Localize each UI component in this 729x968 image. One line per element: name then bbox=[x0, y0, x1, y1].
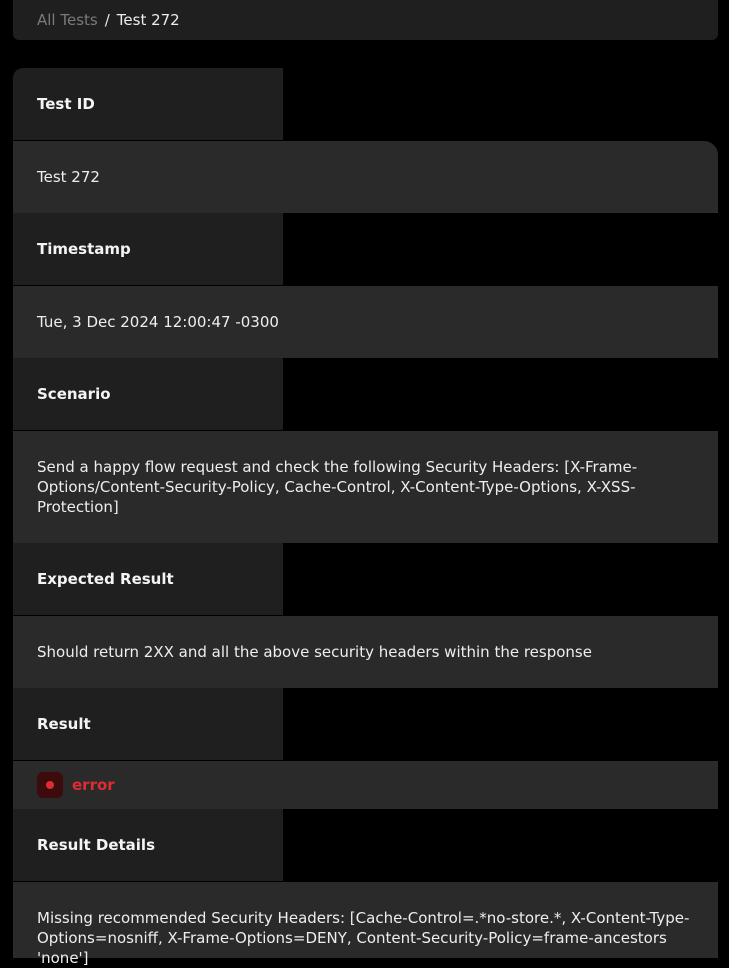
result-details-label: Result Details bbox=[13, 809, 283, 881]
scenario-value: Send a happy flow request and check the … bbox=[13, 431, 718, 543]
result-status: error bbox=[37, 772, 115, 798]
result-label: Result bbox=[13, 688, 283, 760]
scenario-label: Scenario bbox=[13, 358, 283, 430]
breadcrumb-current: Test 272 bbox=[116, 11, 180, 29]
result-status-text: error bbox=[72, 776, 115, 794]
breadcrumb-all-tests-link[interactable]: All Tests bbox=[37, 11, 98, 29]
test-id-value: Test 272 bbox=[13, 141, 718, 213]
result-value: error bbox=[13, 761, 718, 809]
expected-result-value: Should return 2XX and all the above secu… bbox=[13, 616, 718, 688]
timestamp-value: Tue, 3 Dec 2024 12:00:47 -0300 bbox=[13, 286, 718, 358]
error-status-icon bbox=[37, 772, 63, 798]
error-dot-icon bbox=[46, 781, 54, 789]
expected-result-label: Expected Result bbox=[13, 543, 283, 615]
result-details-value: Missing recommended Security Headers: [C… bbox=[13, 882, 718, 967]
breadcrumb: All Tests / Test 272 bbox=[13, 0, 718, 40]
breadcrumb-separator: / bbox=[104, 11, 110, 29]
timestamp-label: Timestamp bbox=[13, 213, 283, 285]
test-id-label: Test ID bbox=[13, 68, 283, 140]
